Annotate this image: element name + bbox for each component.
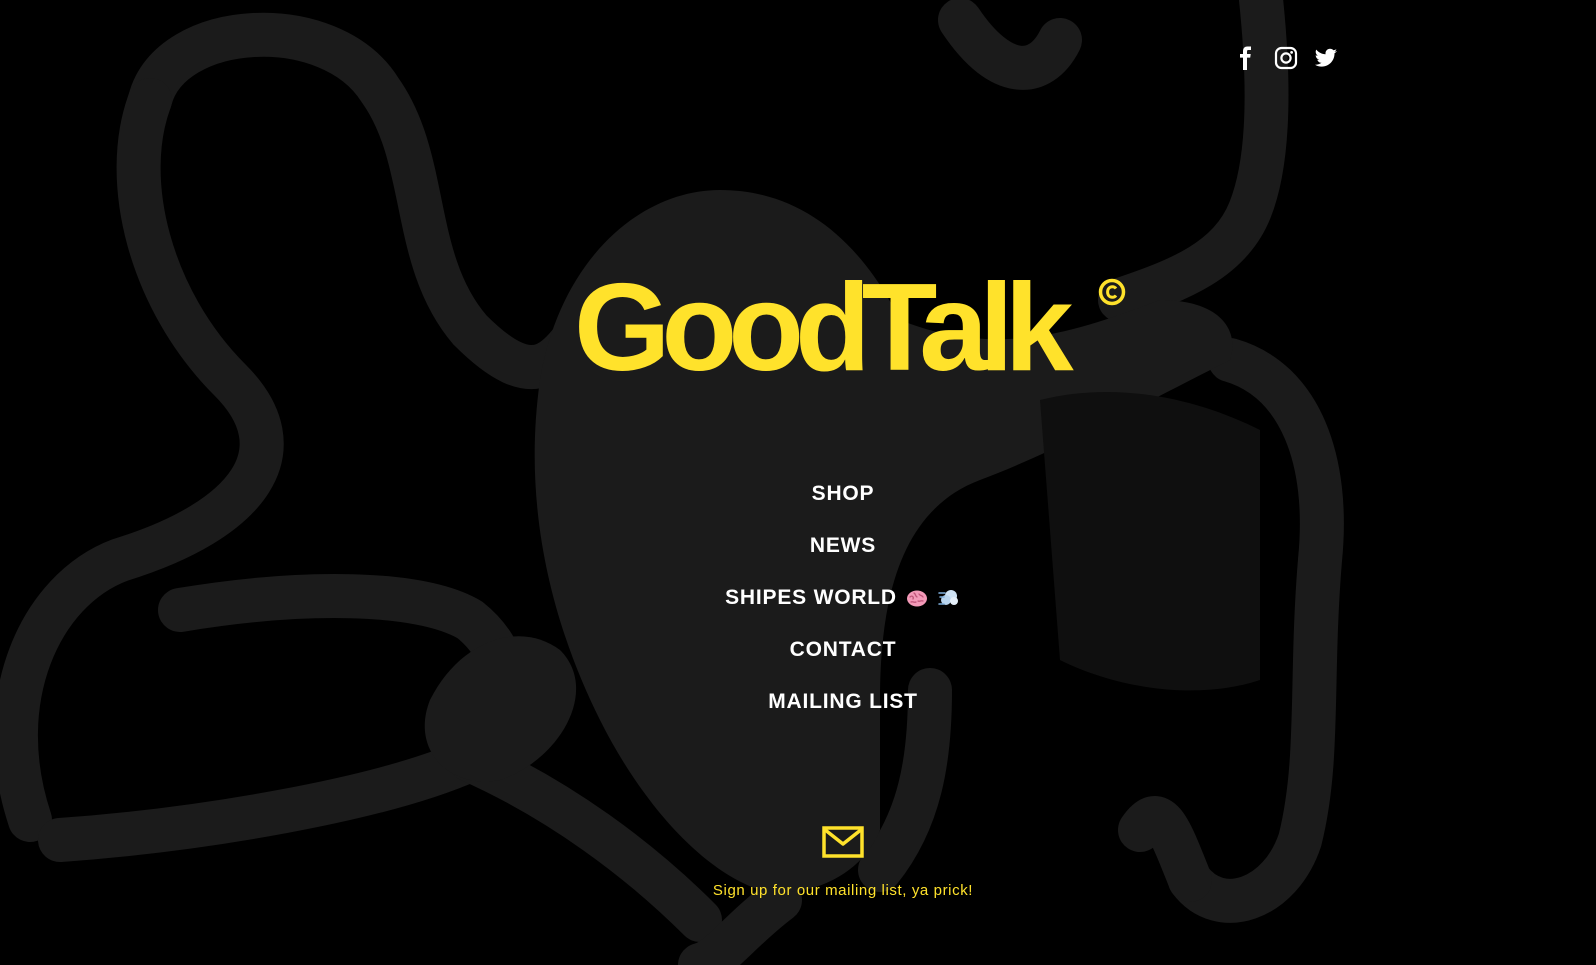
envelope-icon[interactable] (822, 826, 864, 858)
nav-shipes-world[interactable]: SHIPES WORLD (725, 572, 961, 624)
nav-contact[interactable]: CONTACT (790, 624, 897, 676)
brain-icon (905, 586, 929, 610)
nav-shop[interactable]: SHOP (812, 468, 875, 520)
nav-mailing-list[interactable]: MAILING LIST (768, 676, 918, 728)
copyright-mark-icon (1098, 278, 1126, 306)
social-links (1234, 46, 1338, 70)
nav-news[interactable]: NEWS (810, 520, 876, 572)
dash-icon (937, 586, 961, 610)
signup-link[interactable]: Sign up for our mailing list, ya prick! (713, 882, 973, 899)
logo-wordmark: GoodTalk (574, 259, 1074, 397)
mailing-signup: Sign up for our mailing list, ya prick! (0, 826, 1596, 899)
instagram-icon[interactable] (1274, 46, 1298, 70)
main-nav: SHOP NEWS SHIPES WORLD CONTACT MAILING L… (0, 468, 1596, 728)
twitter-icon[interactable] (1314, 46, 1338, 70)
facebook-icon[interactable] (1234, 46, 1258, 70)
site-logo[interactable]: GoodTalk (574, 258, 1134, 398)
